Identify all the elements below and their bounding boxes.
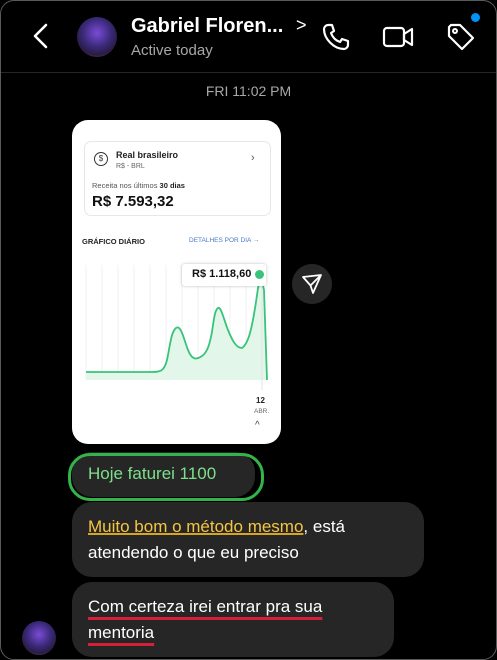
message-timestamp: FRI 11:02 PM <box>205 83 292 99</box>
message-text: Com certeza irei entrar pra sua mentoria <box>88 594 388 646</box>
shared-screenshot[interactable]: $ Real brasileiro R$ - BRL › Receita nos… <box>72 120 281 444</box>
notification-dot <box>471 13 480 22</box>
revenue-amount: R$ 7.593,32 <box>92 193 174 210</box>
send-icon[interactable] <box>292 264 332 304</box>
contact-avatar[interactable] <box>77 17 117 57</box>
period-days: 30 dias <box>159 181 185 190</box>
chat-header: Gabriel Floren... > Active today <box>1 1 496 73</box>
contact-status: Active today <box>131 42 213 59</box>
message-text: Muito bom o método mesmo, está atendendo… <box>88 514 418 566</box>
chart-tooltip: R$ 1.118,60 <box>182 264 266 286</box>
account-subtitle: R$ - BRL <box>116 163 145 170</box>
account-title: Real brasileiro <box>116 150 179 160</box>
sender-avatar[interactable] <box>22 621 56 655</box>
chat-screen: Gabriel Floren... > Active today FRI 11:… <box>0 0 497 660</box>
tooltip-value: R$ 1.118,60 <box>192 268 252 280</box>
video-camera-icon[interactable] <box>382 21 414 53</box>
chart-details-link: DETALHES POR DIA → <box>189 237 260 244</box>
underlined-text-1: Com certeza irei entrar pra sua <box>88 597 323 616</box>
tag-icon[interactable] <box>445 21 477 53</box>
chevron-up-icon: ^ <box>255 420 260 431</box>
contact-name[interactable]: Gabriel Floren... <box>131 15 283 38</box>
chevron-right-icon: › <box>251 152 255 164</box>
message-bubble[interactable]: Muito bom o método mesmo, está atendendo… <box>72 502 424 577</box>
revenue-area <box>86 282 267 380</box>
back-arrow-icon[interactable] <box>26 19 56 53</box>
account-summary: $ Real brasileiro R$ - BRL › Receita nos… <box>84 141 271 216</box>
period-prefix: Receita nos últimos <box>92 181 160 190</box>
revenue-period: Receita nos últimos 30 dias <box>92 181 185 190</box>
phone-icon[interactable] <box>320 21 352 53</box>
currency-coin-icon: $ <box>94 152 108 166</box>
highlighted-text: Muito bom o método mesmo <box>88 517 304 536</box>
daily-revenue-chart <box>85 265 268 390</box>
message-bubble[interactable]: Com certeza irei entrar pra sua mentoria <box>72 582 394 657</box>
highlight-circle <box>68 453 264 501</box>
underlined-text-2: mentoria <box>88 623 155 642</box>
tooltip-dot <box>255 270 264 279</box>
chevron-right-icon[interactable]: > <box>296 15 307 36</box>
x-tick-month: ABR. <box>254 408 270 415</box>
chart-title: GRÁFICO DIÁRIO <box>82 237 145 246</box>
x-tick-day: 12 <box>256 396 265 405</box>
